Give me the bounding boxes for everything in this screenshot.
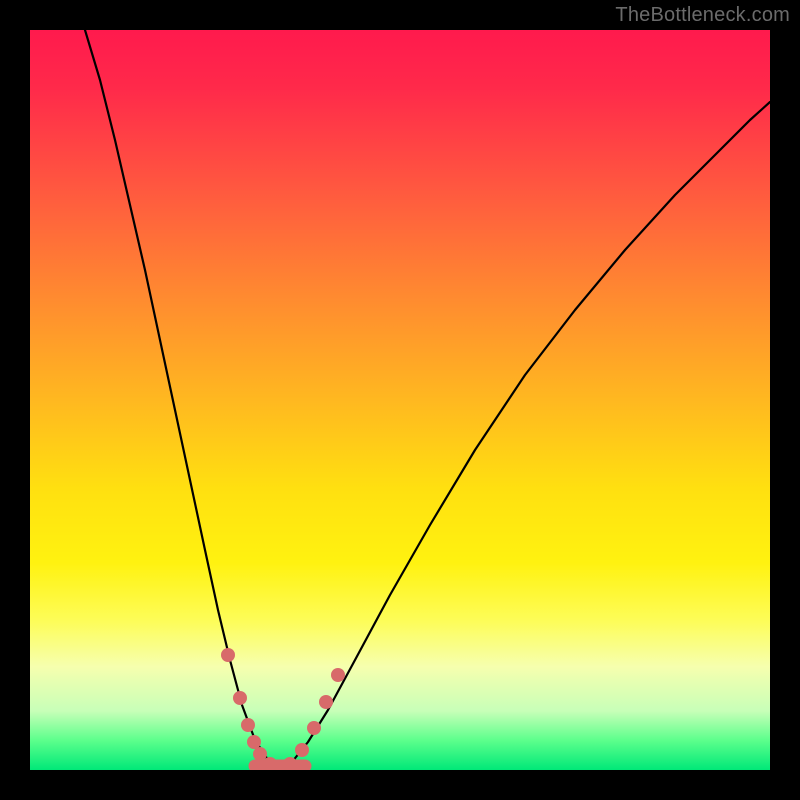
- chart-markers: [221, 648, 345, 770]
- series-curve-right: [280, 102, 770, 768]
- series-curve-left: [85, 30, 280, 768]
- marker-point: [233, 691, 247, 705]
- marker-point: [241, 718, 255, 732]
- chart-svg: [30, 30, 770, 770]
- marker-point: [247, 735, 261, 749]
- chart-curves: [85, 30, 770, 768]
- marker-point: [319, 695, 333, 709]
- chart-plot-area: [30, 30, 770, 770]
- chart-frame: TheBottleneck.com: [0, 0, 800, 800]
- watermark-text: TheBottleneck.com: [615, 4, 790, 27]
- marker-point: [307, 721, 321, 735]
- marker-point: [295, 743, 309, 757]
- marker-point: [331, 668, 345, 682]
- marker-point: [221, 648, 235, 662]
- marker-point: [253, 747, 267, 761]
